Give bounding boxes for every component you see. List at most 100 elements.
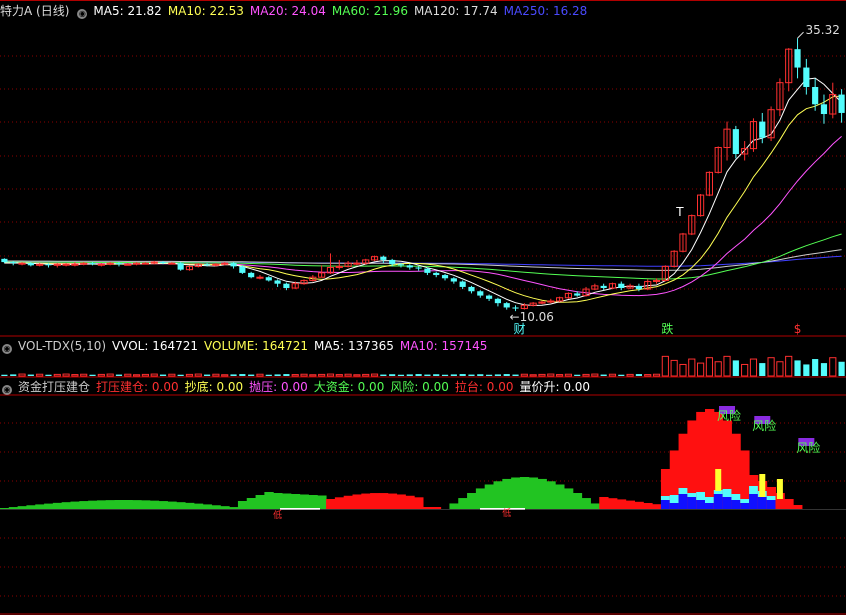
indicator-green-bar bbox=[317, 495, 327, 509]
volume-bar bbox=[424, 374, 431, 376]
settings-circle-icon[interactable]: ◉ bbox=[77, 9, 88, 19]
candle-body bbox=[424, 268, 431, 273]
volume-bar bbox=[591, 373, 599, 377]
candle-body bbox=[18, 262, 26, 265]
ma5-label: MA5: 21.82 bbox=[93, 4, 162, 18]
indicator-green-bar bbox=[105, 500, 116, 509]
candle-body bbox=[468, 286, 475, 292]
risk-label: 风险 bbox=[752, 418, 776, 433]
cd-label: 抄底: 0.00 bbox=[184, 380, 244, 394]
volume-bar bbox=[124, 373, 132, 377]
settings-circle-icon[interactable]: ◉ bbox=[2, 385, 12, 395]
indicator-green-bar bbox=[308, 495, 318, 509]
indicator-red-bar bbox=[343, 495, 353, 509]
indicator-blue-bar bbox=[766, 500, 776, 509]
event-marker-dollar: $ bbox=[794, 322, 802, 336]
volume-bar bbox=[362, 373, 370, 377]
volume-bar bbox=[185, 373, 194, 377]
candle-body bbox=[353, 262, 361, 265]
volume-bar bbox=[62, 373, 70, 377]
indicator-green-bar bbox=[546, 481, 556, 509]
candle-body bbox=[10, 262, 17, 264]
volume-bar bbox=[450, 374, 457, 376]
candle-body bbox=[618, 283, 625, 289]
indicator-yellow-bar bbox=[776, 479, 783, 499]
volume-bar bbox=[53, 373, 61, 377]
volume-bar bbox=[776, 361, 784, 377]
indicator-blue-bar bbox=[731, 500, 741, 509]
candle-body bbox=[62, 263, 70, 266]
volume-bar bbox=[441, 374, 449, 376]
indicator-red-bar bbox=[405, 495, 415, 509]
volume-bar bbox=[838, 361, 845, 376]
volume-bar bbox=[608, 373, 617, 377]
indicator-green-bar bbox=[52, 502, 63, 509]
volume-bar bbox=[785, 355, 793, 377]
vol-header: ◉ VOL-TDX(5,10) VVOL: 164721 VOLUME: 164721… bbox=[0, 337, 493, 355]
indicator-red-bar bbox=[643, 503, 653, 509]
volume-bar bbox=[661, 355, 669, 377]
high-price-label: 35.32 bbox=[806, 23, 840, 37]
indicator-blue-bar bbox=[749, 494, 759, 509]
volume-bar bbox=[759, 363, 766, 376]
volume-bar bbox=[230, 374, 237, 376]
indicator-red-bar bbox=[793, 505, 803, 509]
indicator-green-bar bbox=[299, 494, 309, 509]
volume-bar bbox=[353, 374, 361, 377]
event-marker-die: 跌 bbox=[661, 321, 673, 336]
volume-bar bbox=[512, 374, 519, 376]
indicator-cyan-bar bbox=[687, 493, 697, 497]
volume-bar bbox=[618, 374, 625, 376]
candle-body bbox=[204, 264, 211, 266]
candle-body bbox=[89, 263, 96, 265]
candle-body bbox=[759, 121, 766, 138]
ind-name: 资金打压建仓 bbox=[18, 380, 91, 394]
indicator-blue-bar bbox=[757, 497, 768, 509]
volume-bar bbox=[741, 363, 749, 377]
event-marker-cai: 财 bbox=[514, 322, 526, 336]
indicator-green-bar bbox=[202, 504, 212, 509]
volume-bar bbox=[468, 374, 475, 376]
indicator-green-bar bbox=[502, 478, 512, 509]
candle-body bbox=[450, 278, 457, 282]
candle-body bbox=[477, 291, 484, 296]
candle-body bbox=[486, 295, 493, 299]
candle-body bbox=[397, 264, 405, 266]
candle-body bbox=[494, 298, 501, 304]
volume-bar bbox=[433, 374, 440, 376]
indicator-red-bar bbox=[625, 500, 635, 509]
volume-bar bbox=[256, 373, 264, 377]
settings-circle-icon[interactable]: ◉ bbox=[2, 344, 12, 354]
volume-bar bbox=[397, 374, 405, 376]
volume-bar bbox=[529, 374, 537, 377]
volume-bar bbox=[380, 374, 387, 376]
indicator-green-bar bbox=[8, 507, 19, 509]
candle-body bbox=[124, 263, 132, 266]
low-mark-label: 低 bbox=[502, 507, 511, 519]
indicator-green-bar bbox=[255, 495, 265, 509]
indicator-green-bar bbox=[458, 498, 468, 509]
indicator-red-bar bbox=[616, 499, 627, 509]
candle-body bbox=[141, 262, 149, 265]
volume-bar bbox=[564, 373, 572, 377]
indicator-green-bar bbox=[229, 507, 239, 509]
candle-body bbox=[512, 307, 519, 309]
indicator-green-bar bbox=[528, 477, 539, 509]
indicator-green-bar bbox=[555, 484, 565, 509]
indicator-red-bar bbox=[652, 504, 662, 509]
indicator-blue-bar bbox=[713, 494, 724, 509]
volume-bar bbox=[494, 374, 501, 376]
volume-bar bbox=[679, 363, 687, 377]
indicator-green-bar bbox=[158, 501, 168, 509]
indicator-green-bar bbox=[79, 501, 89, 509]
indicator-blue-bar bbox=[696, 500, 706, 509]
indicator-green-bar bbox=[167, 501, 177, 509]
candle-body bbox=[1, 258, 8, 263]
volume-bar bbox=[582, 373, 590, 377]
volume-bar bbox=[168, 373, 176, 377]
vol-ma5-label: MA5: 137365 bbox=[313, 339, 394, 353]
dzj-label: 大资金: 0.00 bbox=[313, 380, 385, 394]
ma20-line bbox=[4, 136, 842, 297]
volume-bar bbox=[344, 373, 352, 377]
volume-bar bbox=[767, 357, 775, 377]
